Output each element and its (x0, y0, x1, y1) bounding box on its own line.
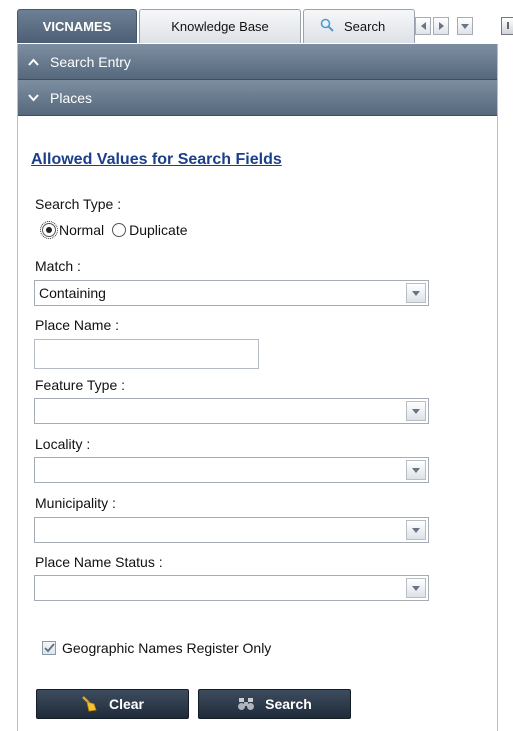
tab-vicnames[interactable]: VICNAMES (17, 9, 137, 43)
allowed-values-link[interactable]: Allowed Values for Search Fields (31, 151, 282, 169)
tab-list-dropdown-button[interactable] (457, 17, 473, 35)
arrow-left-icon (420, 22, 426, 30)
accordion-search-entry[interactable]: Search Entry (18, 44, 497, 80)
place-name-status-label: Place Name Status : (35, 554, 163, 570)
arrow-right-icon (438, 22, 444, 30)
tab-search[interactable]: Search (303, 9, 415, 43)
place-name-input[interactable] (34, 339, 259, 369)
place-name-status-select[interactable] (34, 575, 429, 601)
search-button-label: Search (265, 696, 312, 712)
chevron-down-icon[interactable] (406, 283, 426, 303)
match-select[interactable]: Containing (34, 280, 429, 306)
tab-strip: VICNAMES Knowledge Base Search I (17, 0, 513, 44)
tab-search-label: Search (344, 19, 386, 34)
geo-register-label: Geographic Names Register Only (62, 640, 272, 656)
chevron-down-icon[interactable] (406, 460, 426, 480)
search-type-label: Search Type : (35, 196, 122, 212)
tab-scroll-left-button[interactable] (415, 17, 431, 35)
chevron-down-icon[interactable] (406, 401, 426, 421)
geo-register-checkbox[interactable] (42, 641, 56, 655)
search-type-radio-group: Normal Duplicate (40, 221, 188, 239)
tab-knowledge-base-label: Knowledge Base (171, 19, 269, 34)
chevron-down-icon[interactable] (406, 520, 426, 540)
checkmark-icon (43, 643, 55, 653)
accordion-search-entry-label: Search Entry (50, 53, 131, 70)
clear-button[interactable]: Clear (36, 689, 189, 719)
search-panel: Search Entry Places Allowed Values for S… (17, 44, 498, 731)
accordion-places[interactable]: Places (18, 80, 497, 116)
tab-scroll-right-button[interactable] (433, 17, 449, 35)
chevron-down-icon (461, 23, 469, 29)
radio-duplicate-label: Duplicate (129, 222, 188, 238)
match-label: Match : (35, 258, 81, 274)
accordion-places-label: Places (50, 89, 93, 106)
broom-icon (81, 696, 99, 712)
radio-normal-label: Normal (59, 222, 105, 238)
feature-type-select[interactable] (34, 398, 429, 424)
chevron-down-icon (28, 93, 50, 102)
locality-label: Locality : (35, 436, 91, 452)
pin-button[interactable]: I (501, 17, 513, 35)
municipality-label: Municipality : (35, 495, 116, 511)
chevron-down-icon[interactable] (406, 578, 426, 598)
tab-knowledge-base[interactable]: Knowledge Base (139, 9, 301, 43)
radio-duplicate[interactable] (112, 223, 127, 237)
municipality-select[interactable] (34, 517, 429, 543)
binoculars-icon (237, 697, 255, 711)
chevron-up-icon (28, 58, 50, 66)
tab-vicnames-label: VICNAMES (42, 19, 112, 34)
geo-register-checkbox-row: Geographic Names Register Only (42, 640, 271, 656)
place-name-label: Place Name : (35, 317, 120, 333)
magnifier-icon (320, 18, 334, 35)
clear-button-label: Clear (108, 696, 145, 712)
pin-icon: I (506, 20, 510, 32)
feature-type-label: Feature Type : (35, 377, 126, 393)
search-button[interactable]: Search (198, 689, 351, 719)
locality-select[interactable] (34, 457, 429, 483)
radio-normal[interactable] (40, 221, 58, 239)
match-select-value: Containing (39, 285, 106, 301)
